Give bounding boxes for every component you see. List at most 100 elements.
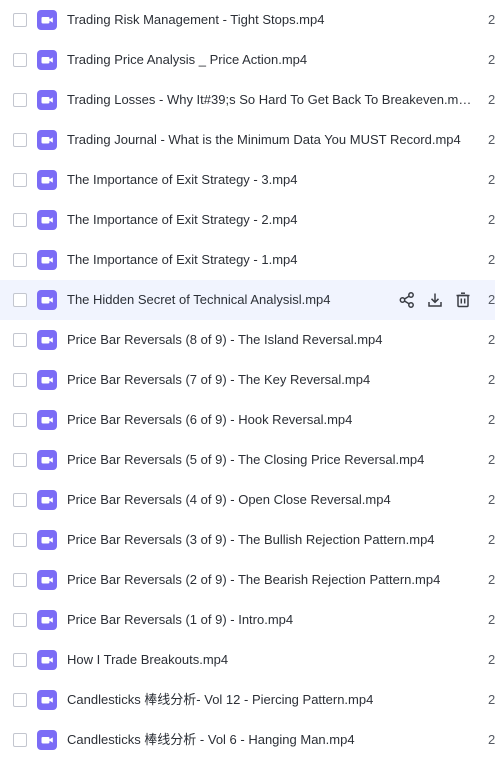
file-name[interactable]: Trading Journal - What is the Minimum Da… (67, 131, 472, 149)
video-file-icon (37, 650, 57, 670)
file-name[interactable]: Price Bar Reversals (1 of 9) - Intro.mp4 (67, 611, 472, 629)
file-meta: 2 (488, 252, 495, 267)
row-checkbox[interactable] (13, 413, 27, 427)
file-row[interactable]: Price Bar Reversals (6 of 9) - Hook Reve… (0, 400, 495, 440)
video-file-icon (37, 570, 57, 590)
video-file-icon (37, 610, 57, 630)
video-file-icon (37, 10, 57, 30)
file-name[interactable]: Price Bar Reversals (2 of 9) - The Beari… (67, 571, 472, 589)
file-name[interactable]: Price Bar Reversals (7 of 9) - The Key R… (67, 371, 472, 389)
row-checkbox[interactable] (13, 333, 27, 347)
row-checkbox[interactable] (13, 693, 27, 707)
file-meta: 2 (488, 692, 495, 707)
file-name[interactable]: Price Bar Reversals (8 of 9) - The Islan… (67, 331, 472, 349)
file-meta: 2 (488, 292, 495, 307)
file-name[interactable]: The Importance of Exit Strategy - 1.mp4 (67, 251, 472, 269)
file-row[interactable]: The Importance of Exit Strategy - 1.mp4 2 (0, 240, 495, 280)
row-checkbox[interactable] (13, 133, 27, 147)
row-checkbox[interactable] (13, 613, 27, 627)
file-meta: 2 (488, 652, 495, 667)
row-checkbox[interactable] (13, 373, 27, 387)
file-row[interactable]: The Importance of Exit Strategy - 2.mp4 2 (0, 200, 495, 240)
row-checkbox[interactable] (13, 293, 27, 307)
row-checkbox[interactable] (13, 573, 27, 587)
row-checkbox[interactable] (13, 733, 27, 747)
video-file-icon (37, 330, 57, 350)
file-meta: 2 (488, 172, 495, 187)
file-row[interactable]: How I Trade Breakouts.mp4 2 (0, 640, 495, 680)
file-row[interactable]: Price Bar Reversals (3 of 9) - The Bulli… (0, 520, 495, 560)
file-meta: 2 (488, 332, 495, 347)
file-row[interactable]: The Importance of Exit Strategy - 3.mp4 2 (0, 160, 495, 200)
delete-icon[interactable] (454, 291, 472, 309)
download-icon[interactable] (426, 291, 444, 309)
row-checkbox[interactable] (13, 533, 27, 547)
file-meta: 2 (488, 372, 495, 387)
row-checkbox[interactable] (13, 13, 27, 27)
row-checkbox[interactable] (13, 653, 27, 667)
file-meta: 2 (488, 532, 495, 547)
file-meta: 2 (488, 612, 495, 627)
row-checkbox[interactable] (13, 53, 27, 67)
video-file-icon (37, 450, 57, 470)
video-file-icon (37, 370, 57, 390)
video-file-icon (37, 250, 57, 270)
file-meta: 2 (488, 52, 495, 67)
video-file-icon (37, 210, 57, 230)
file-name[interactable]: Trading Losses - Why It#39;s So Hard To … (67, 91, 472, 109)
file-name[interactable]: Trading Price Analysis _ Price Action.mp… (67, 51, 472, 69)
file-name[interactable]: Price Bar Reversals (6 of 9) - Hook Reve… (67, 411, 472, 429)
file-row[interactable]: Price Bar Reversals (8 of 9) - The Islan… (0, 320, 495, 360)
file-row[interactable]: Candlesticks 棒线分析 - Vol 6 - Hanging Man.… (0, 720, 495, 760)
file-name[interactable]: Price Bar Reversals (5 of 9) - The Closi… (67, 451, 472, 469)
row-checkbox[interactable] (13, 453, 27, 467)
file-row[interactable]: Trading Losses - Why It#39;s So Hard To … (0, 80, 495, 120)
file-row[interactable]: Price Bar Reversals (4 of 9) - Open Clos… (0, 480, 495, 520)
video-file-icon (37, 530, 57, 550)
file-row[interactable]: Trading Price Analysis _ Price Action.mp… (0, 40, 495, 80)
file-meta: 2 (488, 572, 495, 587)
file-meta: 2 (488, 92, 495, 107)
file-name[interactable]: Price Bar Reversals (4 of 9) - Open Clos… (67, 491, 472, 509)
file-name[interactable]: Trading Risk Management - Tight Stops.mp… (67, 11, 472, 29)
row-checkbox[interactable] (13, 253, 27, 267)
video-file-icon (37, 690, 57, 710)
file-name[interactable]: The Importance of Exit Strategy - 2.mp4 (67, 211, 472, 229)
video-file-icon (37, 50, 57, 70)
row-checkbox[interactable] (13, 173, 27, 187)
file-meta: 2 (488, 492, 495, 507)
file-row[interactable]: Trading Risk Management - Tight Stops.mp… (0, 0, 495, 40)
file-row[interactable]: Price Bar Reversals (1 of 9) - Intro.mp4… (0, 600, 495, 640)
row-checkbox[interactable] (13, 213, 27, 227)
file-meta: 2 (488, 452, 495, 467)
file-row[interactable]: Trading Journal - What is the Minimum Da… (0, 120, 495, 160)
file-name[interactable]: The Hidden Secret of Technical Analysisl… (67, 291, 387, 309)
file-row[interactable]: Candlesticks 棒线分析- Vol 12 - Piercing Pat… (0, 680, 495, 720)
file-row[interactable]: Price Bar Reversals (2 of 9) - The Beari… (0, 560, 495, 600)
row-checkbox[interactable] (13, 493, 27, 507)
file-meta: 2 (488, 132, 495, 147)
file-name[interactable]: Price Bar Reversals (3 of 9) - The Bulli… (67, 531, 472, 549)
file-meta: 2 (488, 212, 495, 227)
file-meta: 2 (488, 12, 495, 27)
row-actions (398, 291, 482, 309)
file-name[interactable]: How I Trade Breakouts.mp4 (67, 651, 472, 669)
row-checkbox[interactable] (13, 93, 27, 107)
video-file-icon (37, 170, 57, 190)
video-file-icon (37, 290, 57, 310)
share-icon[interactable] (398, 291, 416, 309)
file-meta: 2 (488, 412, 495, 427)
file-name[interactable]: The Importance of Exit Strategy - 3.mp4 (67, 171, 472, 189)
file-row[interactable]: Price Bar Reversals (5 of 9) - The Closi… (0, 440, 495, 480)
video-file-icon (37, 130, 57, 150)
file-list: Trading Risk Management - Tight Stops.mp… (0, 0, 495, 760)
video-file-icon (37, 90, 57, 110)
video-file-icon (37, 410, 57, 430)
file-row[interactable]: The Hidden Secret of Technical Analysisl… (0, 280, 495, 320)
file-row[interactable]: Price Bar Reversals (7 of 9) - The Key R… (0, 360, 495, 400)
video-file-icon (37, 730, 57, 750)
file-name[interactable]: Candlesticks 棒线分析 - Vol 6 - Hanging Man.… (67, 731, 472, 749)
video-file-icon (37, 490, 57, 510)
file-meta: 2 (488, 732, 495, 747)
file-name[interactable]: Candlesticks 棒线分析- Vol 12 - Piercing Pat… (67, 691, 472, 709)
